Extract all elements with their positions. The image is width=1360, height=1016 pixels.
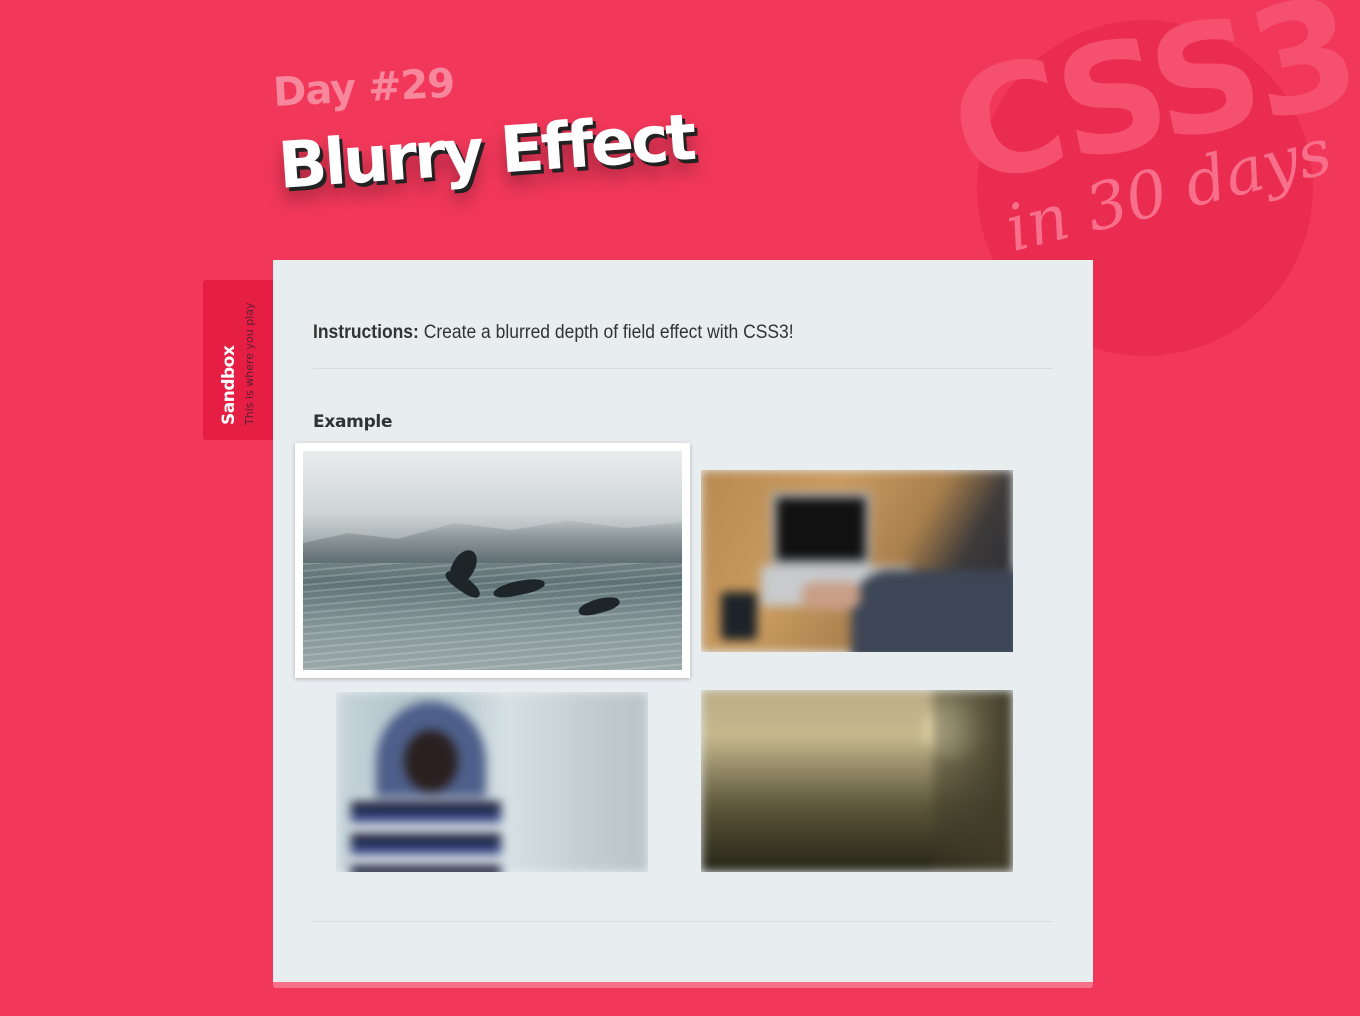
sandbox-subtitle: This is where you play <box>243 302 256 425</box>
dolphins-scene <box>303 451 682 670</box>
photo-landscape-image <box>701 690 1013 872</box>
photo-laptop[interactable] <box>701 470 1013 652</box>
phone <box>721 592 757 640</box>
scene-mountains <box>303 520 682 563</box>
instructions: Instructions: Create a blurred depth of … <box>313 322 794 344</box>
sandbox-tab[interactable]: Sandbox This is where you play <box>203 280 273 440</box>
photo-laptop-image <box>701 470 1013 652</box>
landscape-rock <box>933 690 1013 872</box>
person-hand <box>801 582 861 610</box>
page-title: Blurry Effect <box>276 100 696 204</box>
photo-dolphins[interactable] <box>295 443 690 678</box>
girl-jacket <box>351 797 501 872</box>
day-label: Day #29 <box>272 60 456 116</box>
photo-girl[interactable] <box>336 692 648 872</box>
content-panel: Instructions: Create a blurred depth of … <box>273 260 1093 988</box>
divider-top <box>313 368 1053 369</box>
example-heading: Example <box>313 412 393 432</box>
instructions-label: Instructions: <box>313 322 419 343</box>
instructions-text: Create a blurred depth of field effect w… <box>423 322 794 343</box>
sandbox-tab-label-group: Sandbox This is where you play <box>219 285 256 425</box>
photo-landscape[interactable] <box>701 690 1013 872</box>
sandbox-title: Sandbox <box>219 345 239 425</box>
photo-girl-image <box>336 692 648 872</box>
scene-waves <box>303 563 682 670</box>
photo-dolphins-image <box>303 451 682 670</box>
laptop-screen <box>771 492 871 566</box>
person-arm <box>851 570 1013 652</box>
divider-bottom <box>313 921 1053 922</box>
girl-hair <box>404 730 458 792</box>
